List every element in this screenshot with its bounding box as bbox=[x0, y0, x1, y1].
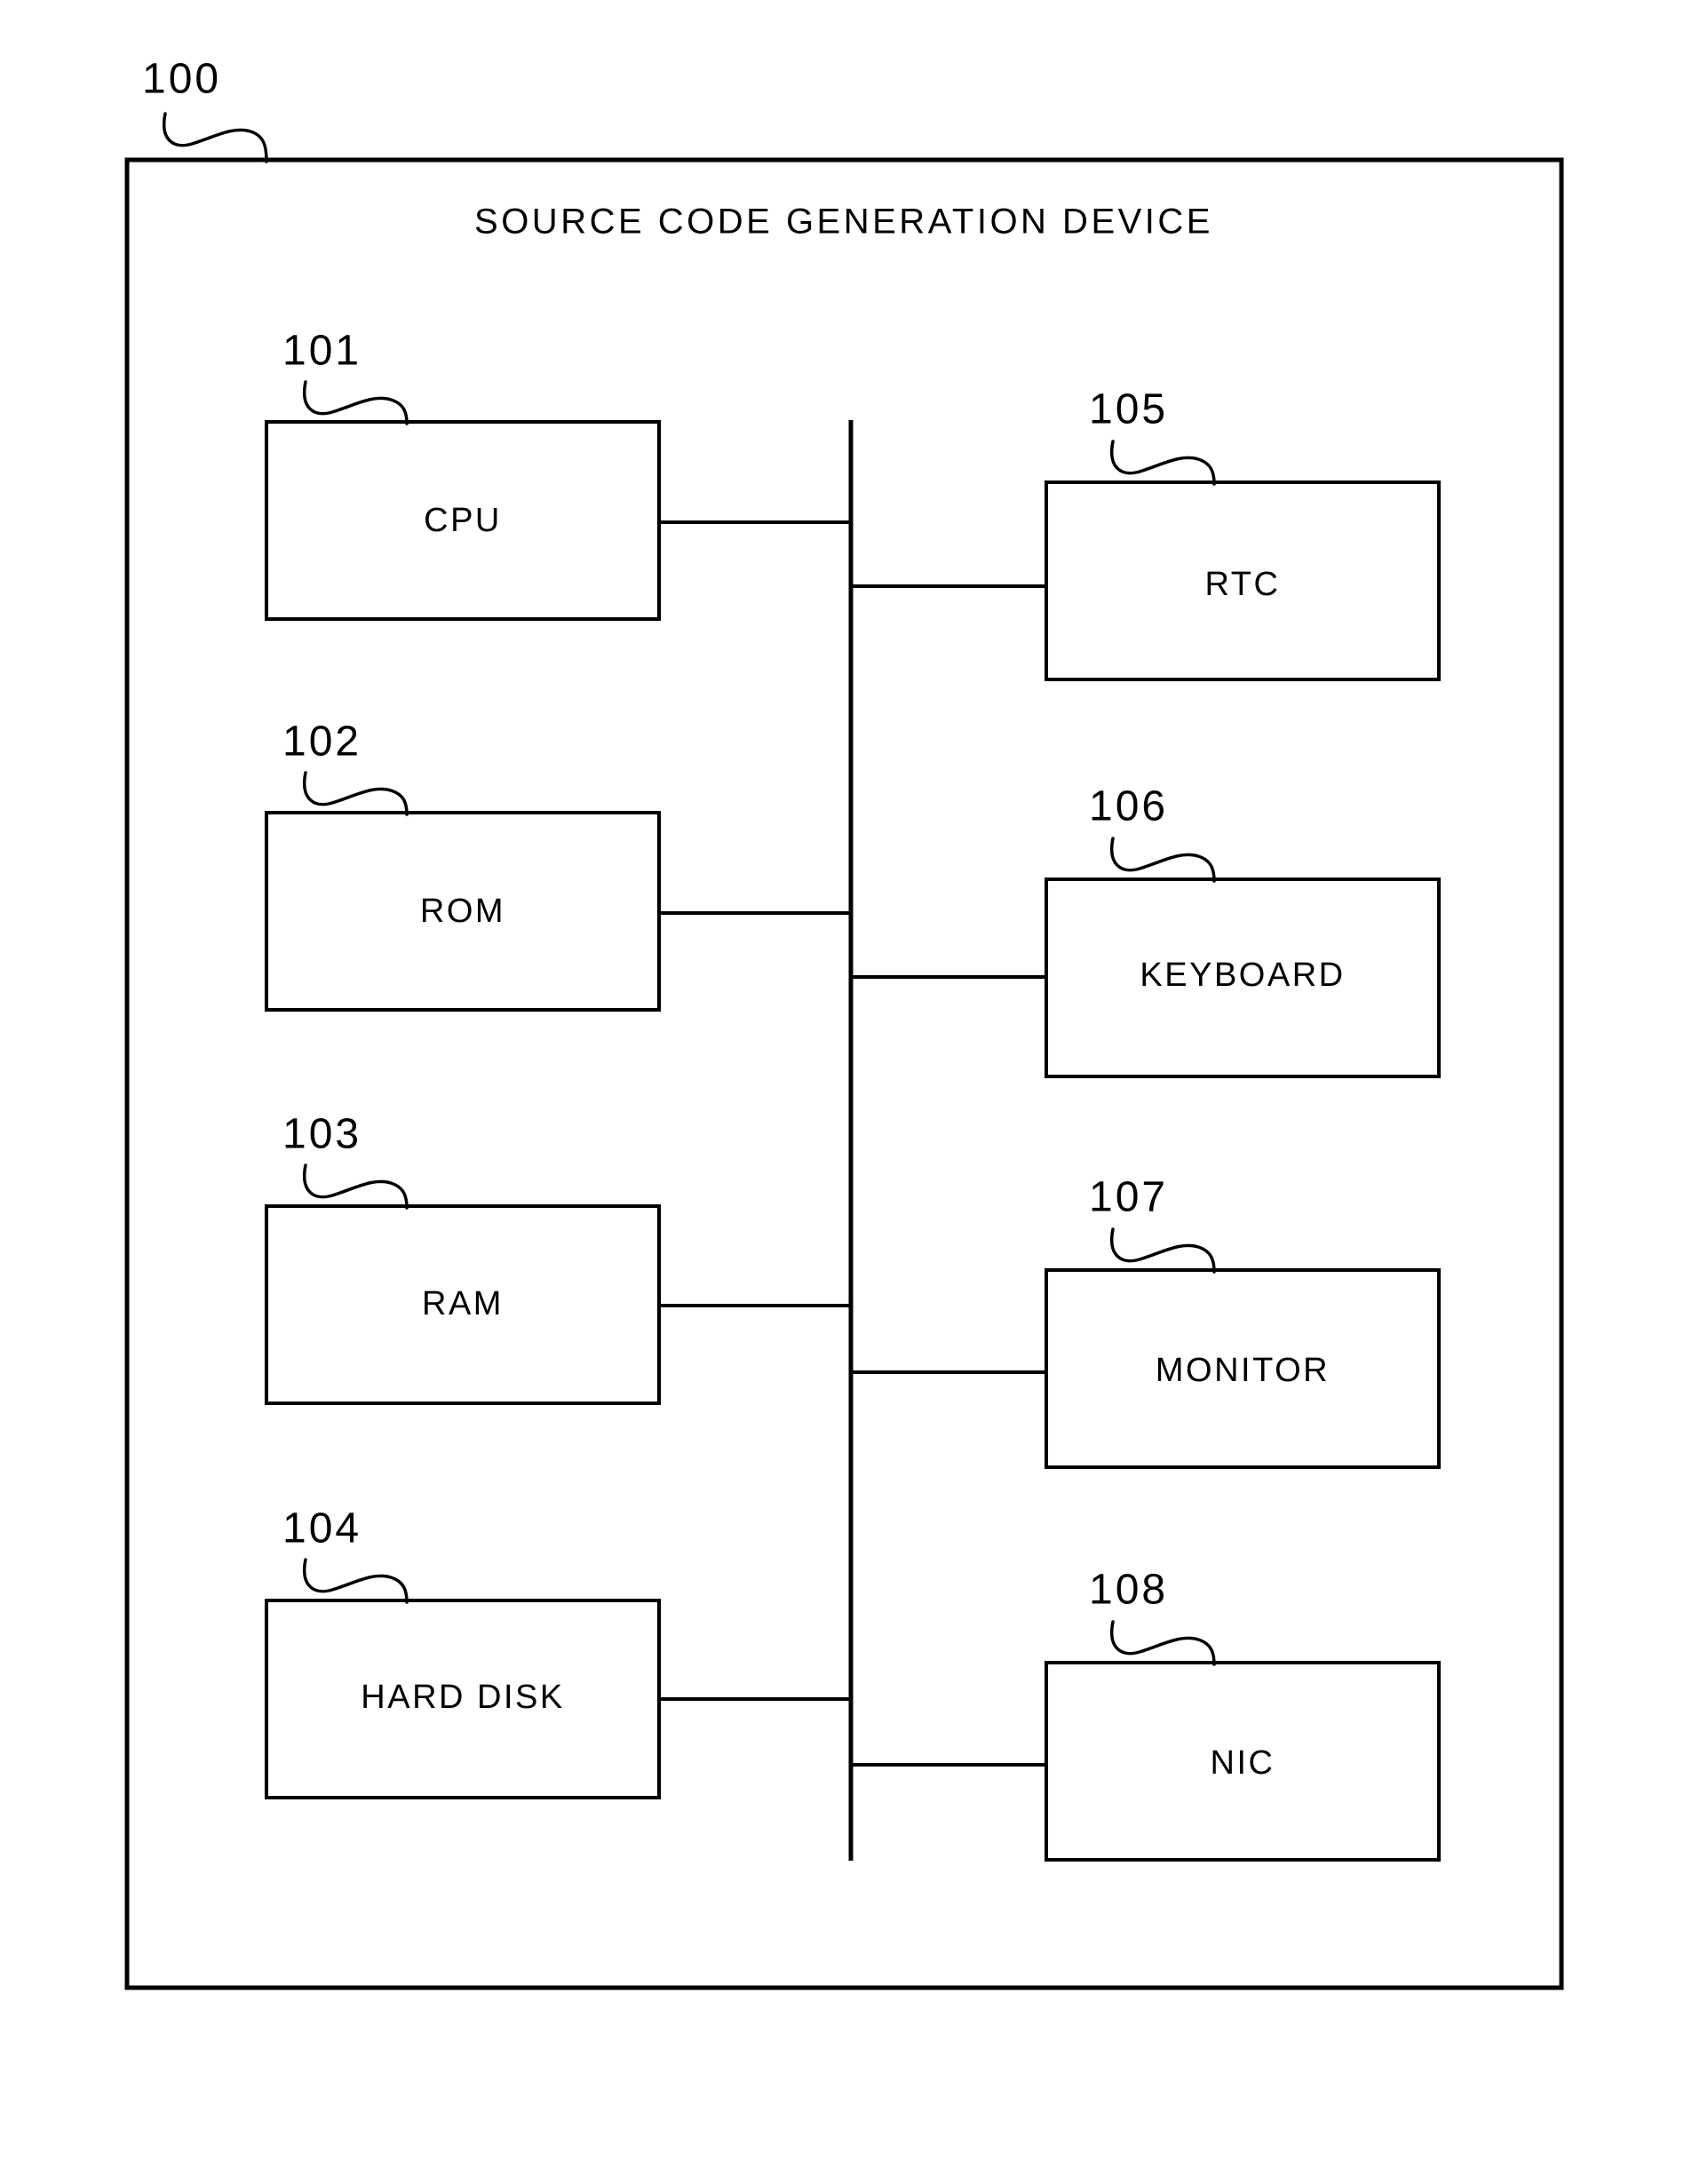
block-label-rtc: RTC bbox=[1205, 566, 1281, 603]
ref-numeral-104: 104 bbox=[282, 1505, 361, 1552]
ref-numeral-102: 102 bbox=[282, 719, 361, 766]
block-label-nic: NIC bbox=[1211, 1744, 1275, 1782]
ref-numeral-106: 106 bbox=[1089, 783, 1168, 830]
ref-numeral-103: 103 bbox=[282, 1111, 361, 1158]
block-label-keyboard: KEYBOARD bbox=[1140, 957, 1345, 994]
leader-line-100 bbox=[163, 112, 268, 163]
block-label-monitor: MONITOR bbox=[1156, 1352, 1330, 1389]
block-label-ram: RAM bbox=[422, 1285, 504, 1322]
ref-numeral-101: 101 bbox=[282, 328, 361, 375]
patent-figure-canvas: 100 SOURCE CODE GENERATION DEVICE CPU 10… bbox=[0, 0, 1708, 2160]
ref-numeral-107: 107 bbox=[1089, 1174, 1168, 1221]
ref-numeral-105: 105 bbox=[1089, 386, 1168, 433]
block-label-rom: ROM bbox=[420, 893, 505, 930]
device-frame-title: SOURCE CODE GENERATION DEVICE bbox=[474, 202, 1213, 242]
block-label-hard-disk: HARD DISK bbox=[361, 1679, 564, 1716]
block-diagram-svg: 100 SOURCE CODE GENERATION DEVICE CPU 10… bbox=[124, 56, 1564, 1990]
block-label-cpu: CPU bbox=[424, 502, 502, 539]
ref-numeral-108: 108 bbox=[1089, 1567, 1168, 1614]
ref-numeral-100: 100 bbox=[142, 56, 221, 103]
